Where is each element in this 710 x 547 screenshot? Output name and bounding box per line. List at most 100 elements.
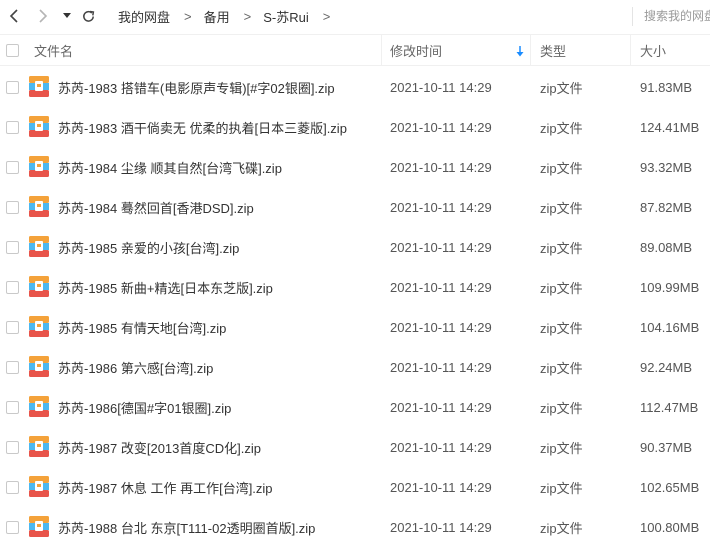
file-name[interactable]: 苏芮-1983 搭错车(电影原声专辑)[#字02银圈].zip xyxy=(58,67,335,107)
file-modified-time: 2021-10-11 14:29 xyxy=(390,199,492,215)
file-size: 100.80MB xyxy=(640,519,700,535)
file-name[interactable]: 苏芮-1987 改变[2013首度CD化].zip xyxy=(58,427,261,467)
table-row[interactable]: 苏芮-1985 有情天地[台湾].zip 2021-10-11 14:29 zi… xyxy=(0,307,710,347)
file-type: zip文件 xyxy=(540,320,583,336)
zip-file-icon xyxy=(29,276,49,297)
breadcrumb: 我的网盘 > 备用 > S-苏Rui > xyxy=(118,0,342,33)
file-name[interactable]: 苏芮-1985 亲爱的小孩[台湾].zip xyxy=(58,227,239,267)
file-modified-time: 2021-10-11 14:29 xyxy=(390,399,492,415)
zip-file-icon xyxy=(29,316,49,337)
file-size: 109.99MB xyxy=(640,279,700,295)
column-header-name[interactable]: 文件名 xyxy=(34,35,73,66)
caret-down-icon xyxy=(63,13,71,18)
breadcrumb-item-my-drive[interactable]: 我的网盘 xyxy=(118,7,170,26)
row-checkbox[interactable] xyxy=(6,401,19,414)
refresh-button[interactable] xyxy=(78,6,98,26)
file-type: zip文件 xyxy=(540,520,583,536)
file-name[interactable]: 苏芮-1984 尘缘 顺其自然[台湾飞碟].zip xyxy=(58,147,282,187)
chevron-right-icon xyxy=(39,9,48,23)
file-name[interactable]: 苏芮-1985 有情天地[台湾].zip xyxy=(58,307,226,347)
breadcrumb-item-current-folder[interactable]: S-苏Rui xyxy=(263,7,309,26)
back-button[interactable] xyxy=(4,6,24,26)
file-size: 112.47MB xyxy=(640,399,699,415)
file-type: zip文件 xyxy=(540,80,583,96)
file-modified-time: 2021-10-11 14:29 xyxy=(390,239,492,255)
history-dropdown-button[interactable] xyxy=(57,6,77,26)
row-checkbox[interactable] xyxy=(6,281,19,294)
file-size: 87.82MB xyxy=(640,199,693,215)
file-size: 90.37MB xyxy=(640,439,693,455)
row-checkbox[interactable] xyxy=(6,321,19,334)
column-divider xyxy=(530,35,531,66)
file-size: 92.24MB xyxy=(640,359,693,375)
column-header-type[interactable]: 类型 xyxy=(540,35,566,66)
table-row[interactable]: 苏芮-1985 新曲+精选[日本东芝版].zip 2021-10-11 14:2… xyxy=(0,267,710,307)
row-checkbox[interactable] xyxy=(6,481,19,494)
file-size: 124.41MB xyxy=(640,119,700,135)
row-checkbox[interactable] xyxy=(6,121,19,134)
file-type: zip文件 xyxy=(540,360,583,376)
zip-file-icon xyxy=(29,516,49,537)
file-name[interactable]: 苏芮-1986 第六感[台湾].zip xyxy=(58,347,213,387)
select-all-checkbox[interactable] xyxy=(6,44,19,57)
file-size: 93.32MB xyxy=(640,159,693,175)
table-row[interactable]: 苏芮-1986[德国#字01银圈].zip 2021-10-11 14:29 z… xyxy=(0,387,710,427)
row-checkbox[interactable] xyxy=(6,161,19,174)
row-checkbox[interactable] xyxy=(6,241,19,254)
file-name[interactable]: 苏芮-1988 台北 东京[T111-02透明圈首版].zip xyxy=(58,507,315,547)
column-divider xyxy=(381,35,382,66)
file-modified-time: 2021-10-11 14:29 xyxy=(390,519,492,535)
file-type: zip文件 xyxy=(540,240,583,256)
file-name[interactable]: 苏芮-1983 酒干倘卖无 优柔的执着[日本三菱版].zip xyxy=(58,107,347,147)
zip-file-icon xyxy=(29,476,49,497)
row-checkbox[interactable] xyxy=(6,361,19,374)
file-type: zip文件 xyxy=(540,160,583,176)
breadcrumb-separator: > xyxy=(243,9,252,24)
forward-button[interactable] xyxy=(33,6,53,26)
table-row[interactable]: 苏芮-1986 第六感[台湾].zip 2021-10-11 14:29 zip… xyxy=(0,347,710,387)
file-name[interactable]: 苏芮-1984 蓦然回首[香港DSD].zip xyxy=(58,187,254,227)
file-size: 89.08MB xyxy=(640,239,693,255)
zip-file-icon xyxy=(29,116,49,137)
row-checkbox[interactable] xyxy=(6,81,19,94)
row-checkbox[interactable] xyxy=(6,201,19,214)
file-size: 104.16MB xyxy=(640,319,700,335)
top-nav-bar: 我的网盘 > 备用 > S-苏Rui > xyxy=(0,0,710,33)
refresh-icon xyxy=(82,10,94,22)
table-row[interactable]: 苏芮-1987 改变[2013首度CD化].zip 2021-10-11 14:… xyxy=(0,427,710,467)
file-modified-time: 2021-10-11 14:29 xyxy=(390,279,492,295)
file-modified-time: 2021-10-11 14:29 xyxy=(390,79,492,95)
file-type: zip文件 xyxy=(540,200,583,216)
row-checkbox[interactable] xyxy=(6,441,19,454)
file-name[interactable]: 苏芮-1986[德国#字01银圈].zip xyxy=(58,387,231,427)
file-name[interactable]: 苏芮-1987 休息 工作 再工作[台湾].zip xyxy=(58,467,273,507)
zip-file-icon xyxy=(29,236,49,257)
file-name[interactable]: 苏芮-1985 新曲+精选[日本东芝版].zip xyxy=(58,267,273,307)
table-row[interactable]: 苏芮-1987 休息 工作 再工作[台湾].zip 2021-10-11 14:… xyxy=(0,467,710,507)
table-row[interactable]: 苏芮-1983 搭错车(电影原声专辑)[#字02银圈].zip 2021-10-… xyxy=(0,67,710,107)
chevron-left-icon xyxy=(9,9,18,23)
file-modified-time: 2021-10-11 14:29 xyxy=(390,119,492,135)
search-input[interactable] xyxy=(644,6,710,26)
topbar-divider xyxy=(632,7,633,26)
breadcrumb-separator: > xyxy=(322,9,331,24)
sort-descending-icon[interactable] xyxy=(516,45,524,60)
row-checkbox[interactable] xyxy=(6,521,19,534)
zip-file-icon xyxy=(29,436,49,457)
file-type: zip文件 xyxy=(540,480,583,496)
column-divider xyxy=(630,35,631,66)
table-row[interactable]: 苏芮-1985 亲爱的小孩[台湾].zip 2021-10-11 14:29 z… xyxy=(0,227,710,267)
zip-file-icon xyxy=(29,396,49,417)
file-type: zip文件 xyxy=(540,120,583,136)
table-row[interactable]: 苏芮-1984 蓦然回首[香港DSD].zip 2021-10-11 14:29… xyxy=(0,187,710,227)
zip-file-icon xyxy=(29,156,49,177)
file-modified-time: 2021-10-11 14:29 xyxy=(390,479,492,495)
table-row[interactable]: 苏芮-1984 尘缘 顺其自然[台湾飞碟].zip 2021-10-11 14:… xyxy=(0,147,710,187)
breadcrumb-item-backup[interactable]: 备用 xyxy=(204,7,230,26)
table-row[interactable]: 苏芮-1983 酒干倘卖无 优柔的执着[日本三菱版].zip 2021-10-1… xyxy=(0,107,710,147)
file-type: zip文件 xyxy=(540,440,583,456)
table-row[interactable]: 苏芮-1988 台北 东京[T111-02透明圈首版].zip 2021-10-… xyxy=(0,507,710,547)
column-header-modified[interactable]: 修改时间 xyxy=(390,35,442,66)
file-modified-time: 2021-10-11 14:29 xyxy=(390,439,492,455)
column-header-size[interactable]: 大小 xyxy=(640,35,666,66)
